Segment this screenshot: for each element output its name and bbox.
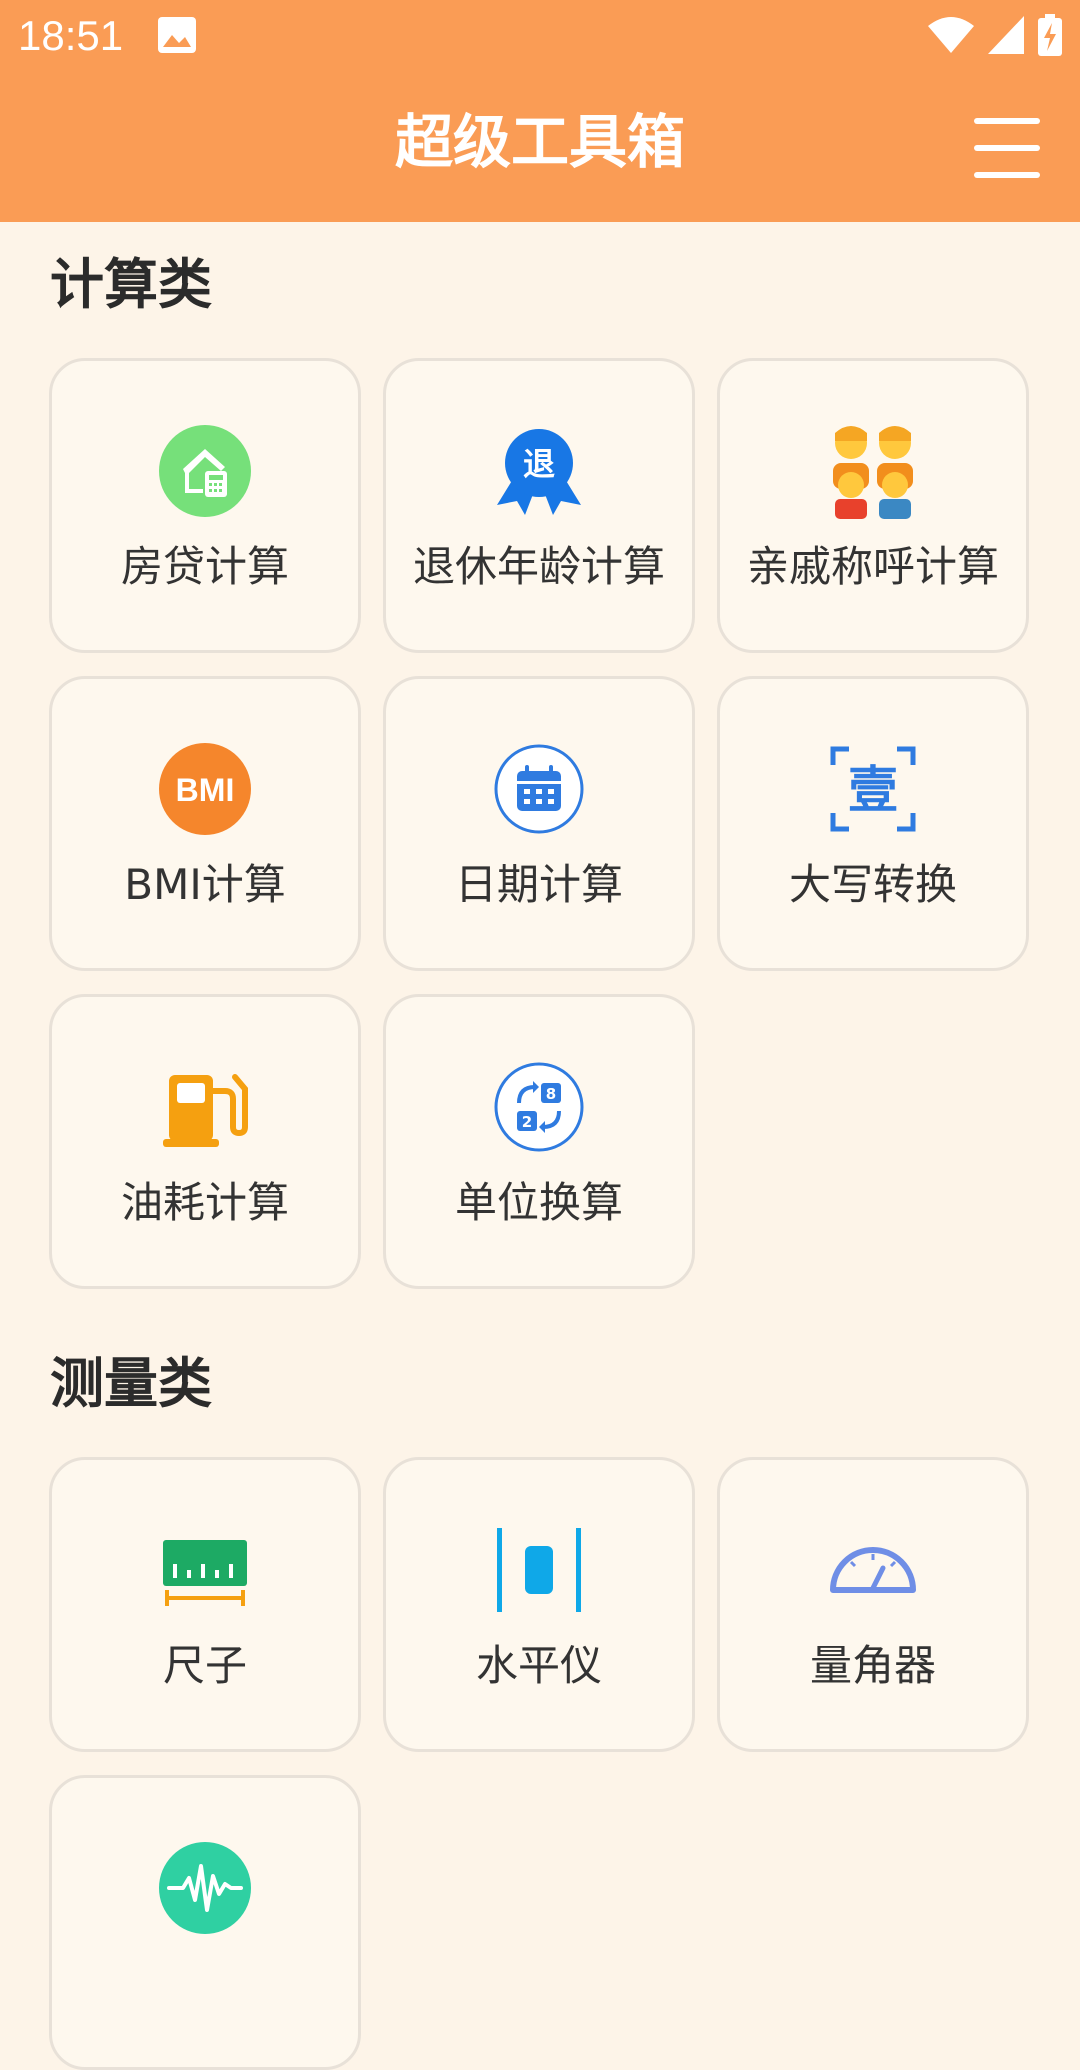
tool-card-relatives[interactable]: 亲戚称呼计算 <box>717 358 1029 653</box>
tool-card-label: 量角器 <box>809 1641 936 1690</box>
tool-card-label: 退休年龄计算 <box>412 542 665 591</box>
spirit-level-icon <box>491 1522 587 1618</box>
wifi-icon <box>928 16 974 58</box>
tool-card-mortgage[interactable]: 房贷计算 <box>49 358 361 653</box>
ruler-icon <box>157 1522 253 1618</box>
tool-card-label: 大写转换 <box>788 860 957 909</box>
retire-badge-text: 退 <box>523 445 555 483</box>
menu-icon-line <box>974 145 1040 151</box>
retirement-badge-icon: 退 <box>491 423 587 519</box>
cell-signal-icon <box>988 16 1024 58</box>
fuel-pump-icon <box>157 1059 253 1155</box>
tool-card-label: 尺子 <box>162 1641 247 1690</box>
section-title-calculation: 计算类 <box>50 253 212 316</box>
tool-card-date[interactable]: 日期计算 <box>383 676 695 971</box>
menu-button[interactable] <box>974 118 1040 178</box>
uppercase-convert-icon: 壹 <box>825 741 921 837</box>
tool-card-retirement-age[interactable]: 退 退休年龄计算 <box>383 358 695 653</box>
menu-icon-line <box>974 172 1040 178</box>
tool-card-uppercase[interactable]: 壹 大写转换 <box>717 676 1029 971</box>
tool-card-unit-convert[interactable]: 8 2 单位换算 <box>383 994 695 1289</box>
menu-icon-line <box>974 118 1040 124</box>
protractor-icon <box>825 1522 921 1618</box>
unit-convert-icon: 8 2 <box>491 1059 587 1155</box>
bmi-icon: BMI <box>157 741 253 837</box>
tool-card-sound-meter[interactable] <box>49 1775 361 2070</box>
status-bar: 18:51 <box>0 0 1080 74</box>
family-icon <box>825 423 921 519</box>
tool-card-label: 油耗计算 <box>120 1178 289 1227</box>
tool-card-label: 日期计算 <box>454 860 623 909</box>
section-title-measurement: 测量类 <box>50 1352 212 1415</box>
status-time: 18:51 <box>18 12 124 59</box>
tool-card-bmi[interactable]: BMI BMI计算 <box>49 676 361 971</box>
calendar-icon <box>491 741 587 837</box>
tool-card-protractor[interactable]: 量角器 <box>717 1457 1029 1752</box>
battery-icon <box>1038 14 1062 60</box>
convert-badge-text: 壹 <box>848 761 898 819</box>
app-bar: 超级工具箱 <box>0 74 1080 222</box>
bmi-badge-text: BMI <box>176 772 235 808</box>
svg-text:8: 8 <box>546 1085 556 1103</box>
tool-card-label: BMI计算 <box>124 860 286 909</box>
image-notification-icon <box>158 17 196 57</box>
tool-card-label: 亲戚称呼计算 <box>746 542 999 591</box>
tool-card-spirit-level[interactable]: 水平仪 <box>383 1457 695 1752</box>
tool-card-ruler[interactable]: 尺子 <box>49 1457 361 1752</box>
tool-card-fuel[interactable]: 油耗计算 <box>49 994 361 1289</box>
tool-card-label: 水平仪 <box>475 1641 602 1690</box>
tool-card-label: 单位换算 <box>454 1178 623 1227</box>
sound-wave-icon <box>157 1840 253 1936</box>
svg-text:2: 2 <box>522 1113 532 1131</box>
app-title: 超级工具箱 <box>394 108 685 176</box>
house-calculator-icon <box>157 423 253 519</box>
tool-card-label: 房贷计算 <box>120 542 289 591</box>
